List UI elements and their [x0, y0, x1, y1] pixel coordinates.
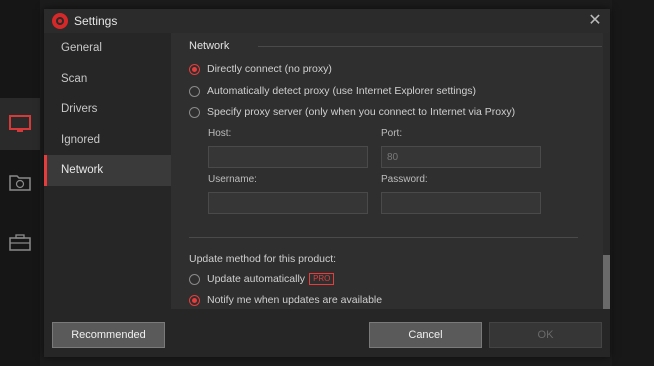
monitor-icon	[9, 115, 31, 132]
folder-clock-icon	[9, 175, 31, 191]
sidebar-item-ignored[interactable]: Ignored	[44, 125, 171, 156]
settings-sidebar: General Scan Drivers Ignored Network	[44, 33, 171, 309]
sidebar-item-drivers[interactable]: Drivers	[44, 94, 171, 125]
password-label: Password:	[381, 174, 428, 185]
sidebar-item-general[interactable]: General	[44, 33, 171, 64]
password-field[interactable]	[381, 192, 541, 214]
radio-update-auto-label: Update automatically	[207, 273, 306, 285]
section-heading: Network	[189, 40, 230, 52]
dialog-title: Settings	[74, 14, 118, 28]
proxy-option-direct[interactable]: Directly connect (no proxy)	[189, 63, 332, 75]
section-divider	[258, 46, 602, 47]
update-option-auto[interactable]: Update automatically PRO	[189, 273, 335, 285]
settings-dialog: Settings ✕ General Scan Drivers Ignored …	[44, 9, 610, 357]
sidebar-item-scan[interactable]: Scan	[44, 64, 171, 95]
radio-specify-label: Specify proxy server (only when you conn…	[207, 106, 516, 118]
proxy-option-specify[interactable]: Specify proxy server (only when you conn…	[189, 106, 515, 118]
port-label: Port:	[381, 128, 403, 139]
radio-update-notify-label: Notify me when updates are available	[207, 294, 383, 306]
username-label: Username:	[208, 174, 257, 185]
sidebar-item-network[interactable]: Network	[44, 155, 171, 186]
username-field[interactable]	[208, 192, 368, 214]
radio-auto-label: Automatically detect proxy (use Internet…	[207, 85, 477, 97]
bg-nav-backup	[0, 156, 40, 208]
scrollbar-thumb[interactable]	[603, 255, 610, 309]
pro-badge: PRO	[309, 273, 335, 285]
background-app-sidebar	[0, 0, 40, 366]
radio-specify[interactable]	[189, 106, 200, 118]
port-field[interactable]	[381, 146, 541, 168]
radio-direct-label: Directly connect (no proxy)	[207, 63, 332, 75]
bg-nav-toolbox	[0, 216, 40, 268]
content-scrollbar[interactable]	[603, 33, 610, 309]
update-method-label: Update method for this product:	[189, 253, 337, 265]
radio-update-notify[interactable]	[189, 294, 200, 306]
cancel-button[interactable]: Cancel	[369, 322, 482, 348]
recommended-button[interactable]: Recommended	[52, 322, 165, 348]
host-label: Host:	[208, 128, 232, 139]
bg-nav-monitor	[0, 98, 40, 150]
ok-button[interactable]: OK	[489, 322, 602, 348]
toolbox-icon	[9, 234, 31, 251]
update-option-notify[interactable]: Notify me when updates are available	[189, 294, 382, 306]
proxy-option-auto[interactable]: Automatically detect proxy (use Internet…	[189, 85, 476, 97]
app-logo-icon	[52, 13, 68, 29]
host-field[interactable]	[208, 146, 368, 168]
radio-direct[interactable]	[189, 63, 200, 75]
radio-update-auto[interactable]	[189, 273, 200, 285]
network-settings-panel: Network Directly connect (no proxy) Auto…	[171, 33, 603, 309]
title-bar: Settings ✕	[44, 9, 610, 33]
background-app-panel	[612, 0, 654, 366]
update-divider	[189, 237, 578, 238]
radio-auto[interactable]	[189, 85, 200, 97]
close-icon[interactable]: ✕	[586, 11, 604, 31]
dialog-footer: Recommended Cancel OK	[44, 309, 610, 357]
